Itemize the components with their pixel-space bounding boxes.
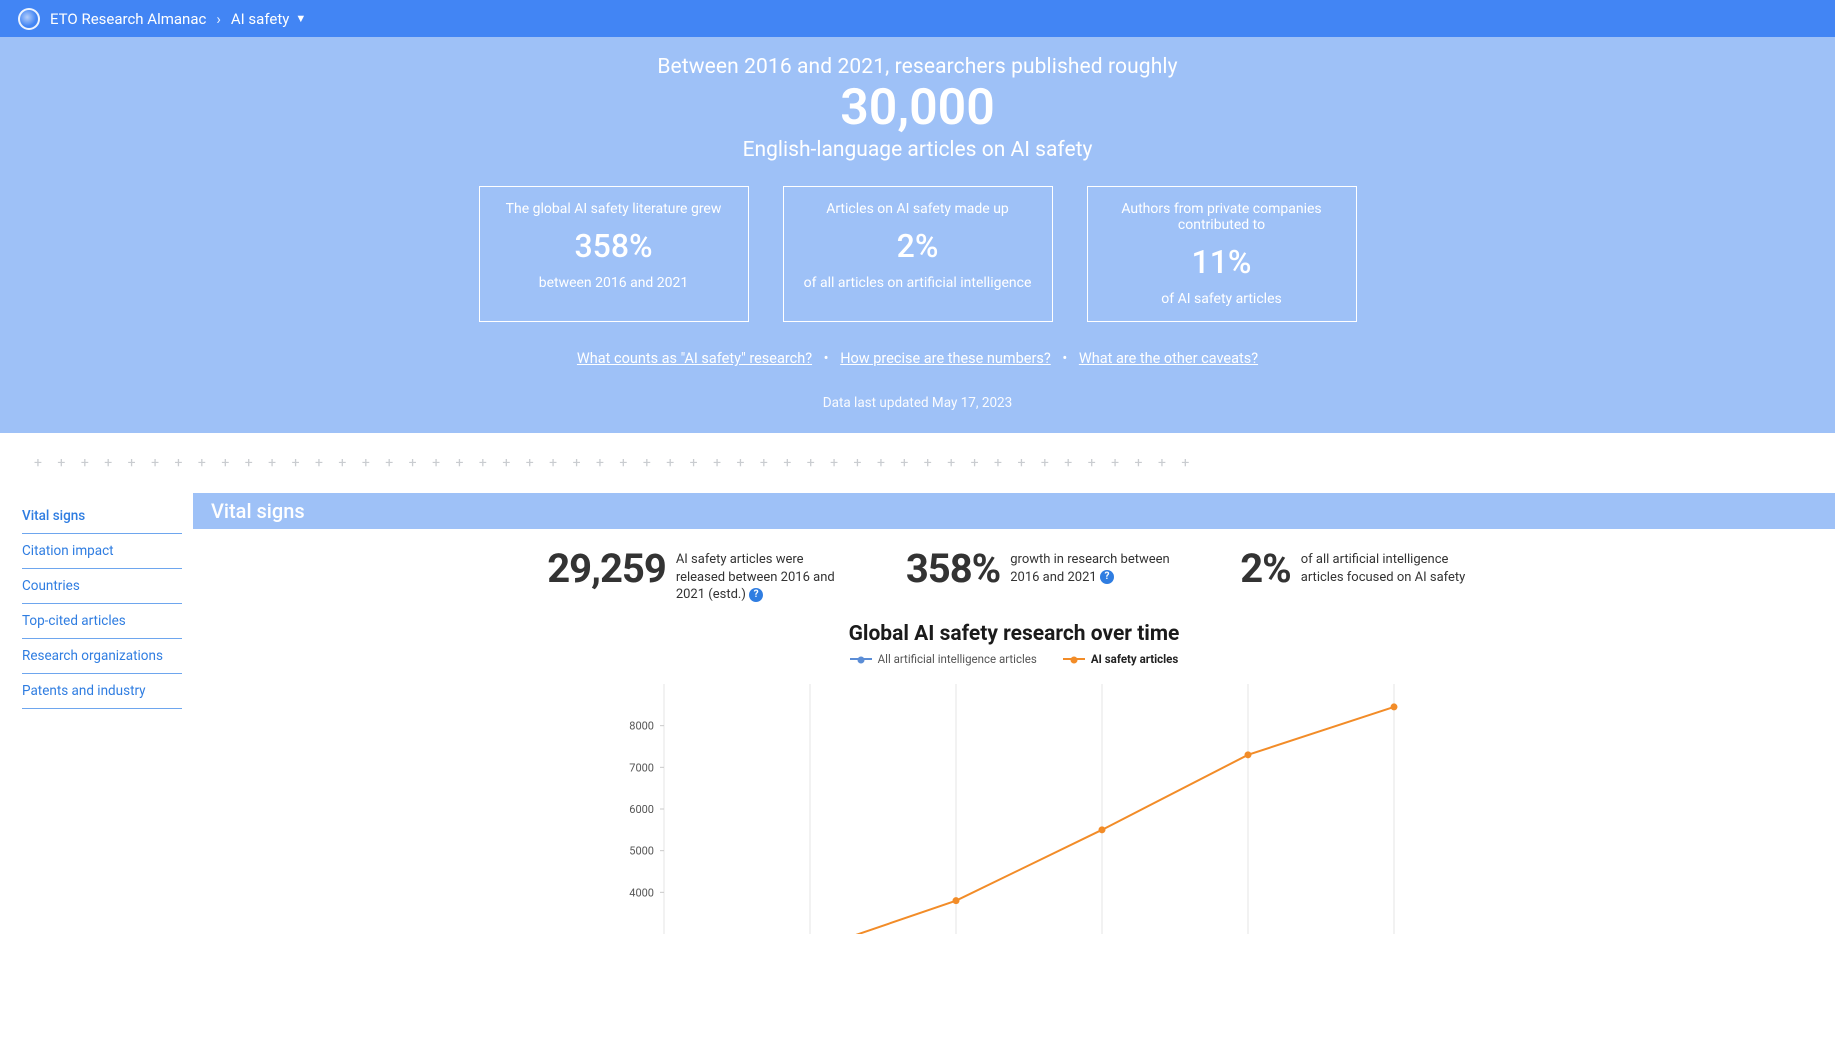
- sidenav-item-vital-signs[interactable]: Vital signs: [22, 499, 182, 534]
- chevron-down-icon: ▼: [295, 12, 306, 25]
- stat-box-line-a: Articles on AI safety made up: [804, 201, 1032, 217]
- metrics-row: 29,259 AI safety articles were released …: [193, 529, 1835, 614]
- breadcrumb: ETO Research Almanac › AI safety ▼: [0, 0, 1835, 37]
- sidenav-item-top-cited[interactable]: Top-cited articles: [22, 604, 182, 639]
- sidenav-item-countries[interactable]: Countries: [22, 569, 182, 604]
- metric: 29,259 AI safety articles were released …: [547, 549, 856, 604]
- topic-dropdown[interactable]: AI safety ▼: [231, 10, 306, 28]
- metric-desc: growth in research between 2016 and 2021…: [1010, 549, 1190, 586]
- eto-logo-icon: [18, 8, 40, 30]
- info-icon[interactable]: ?: [749, 588, 763, 602]
- legend-item[interactable]: All artificial intelligence articles: [850, 652, 1037, 666]
- faq-link[interactable]: How precise are these numbers?: [840, 350, 1051, 367]
- metric-big: 2%: [1240, 549, 1291, 589]
- stat-box-line-b: of all articles on artificial intelligen…: [804, 275, 1032, 291]
- metric: 358% growth in research between 2016 and…: [906, 549, 1190, 589]
- dot-separator-icon: •: [1062, 350, 1067, 367]
- stat-box: The global AI safety literature grew 358…: [479, 186, 749, 322]
- stat-box-line-a: The global AI safety literature grew: [500, 201, 728, 217]
- svg-text:4000: 4000: [629, 886, 654, 899]
- sidenav-item-patents-industry[interactable]: Patents and industry: [22, 674, 182, 709]
- metric-big: 29,259: [547, 549, 666, 589]
- section-sidenav: Vital signs Citation impact Countries To…: [0, 493, 193, 934]
- hero-big-number: 30,000: [0, 81, 1835, 136]
- metric-desc: AI safety articles were released between…: [676, 549, 856, 604]
- stat-box-big: 11%: [1108, 243, 1336, 281]
- stat-box: Authors from private companies contribut…: [1087, 186, 1357, 322]
- sidenav-item-citation-impact[interactable]: Citation impact: [22, 534, 182, 569]
- legend-swatch-icon: [1063, 658, 1085, 660]
- brand-link[interactable]: ETO Research Almanac: [50, 10, 206, 28]
- hero-line-3: English-language articles on AI safety: [0, 138, 1835, 162]
- stat-box-line-b: of AI safety articles: [1108, 291, 1336, 307]
- faq-link[interactable]: What counts as "AI safety" research?: [577, 350, 812, 367]
- hero-stat-boxes: The global AI safety literature grew 358…: [0, 186, 1835, 322]
- breadcrumb-caret-icon: ›: [216, 10, 221, 28]
- hero-panel: Between 2016 and 2021, researchers publi…: [0, 37, 1835, 433]
- legend-swatch-icon: [850, 658, 872, 660]
- section-header: Vital signs: [193, 493, 1835, 529]
- stat-box-big: 2%: [804, 227, 1032, 265]
- chart-legend: All artificial intelligence articles AI …: [604, 652, 1424, 666]
- decorative-plus-strip: + + + + + + + + + + + + + + + + + + + + …: [0, 433, 1835, 493]
- svg-text:8000: 8000: [629, 719, 654, 732]
- faq-link[interactable]: What are the other caveats?: [1079, 350, 1258, 367]
- legend-label: AI safety articles: [1091, 652, 1178, 666]
- stat-box-line-a: Authors from private companies contribut…: [1108, 201, 1336, 233]
- stat-box-line-b: between 2016 and 2021: [500, 275, 728, 291]
- metric-desc-text: growth in research between 2016 and 2021: [1010, 552, 1169, 585]
- svg-text:7000: 7000: [629, 761, 654, 774]
- dot-separator-icon: •: [824, 350, 829, 367]
- chart-container: Global AI safety research over time All …: [604, 622, 1424, 934]
- data-updated-label: Data last updated May 17, 2023: [0, 395, 1835, 411]
- stat-box: Articles on AI safety made up 2% of all …: [783, 186, 1053, 322]
- svg-text:5000: 5000: [629, 844, 654, 857]
- line-chart[interactable]: 4000 5000 6000 7000 8000: [604, 674, 1424, 934]
- metric-desc: of all artificial intelligence articles …: [1301, 549, 1481, 586]
- metric: 2% of all artificial intelligence articl…: [1240, 549, 1481, 589]
- hero-line-1: Between 2016 and 2021, researchers publi…: [0, 55, 1835, 79]
- legend-item[interactable]: AI safety articles: [1063, 652, 1178, 666]
- stat-box-big: 358%: [500, 227, 728, 265]
- info-icon[interactable]: ?: [1100, 570, 1114, 584]
- metric-big: 358%: [906, 549, 1000, 589]
- legend-label: All artificial intelligence articles: [878, 652, 1037, 666]
- topic-dropdown-label: AI safety: [231, 10, 289, 28]
- sidenav-item-research-orgs[interactable]: Research organizations: [22, 639, 182, 674]
- hero-faq-links: What counts as "AI safety" research? • H…: [0, 350, 1835, 367]
- svg-text:6000: 6000: [629, 803, 654, 816]
- metric-desc-text: of all artificial intelligence articles …: [1301, 552, 1466, 585]
- chart-title: Global AI safety research over time: [604, 622, 1424, 646]
